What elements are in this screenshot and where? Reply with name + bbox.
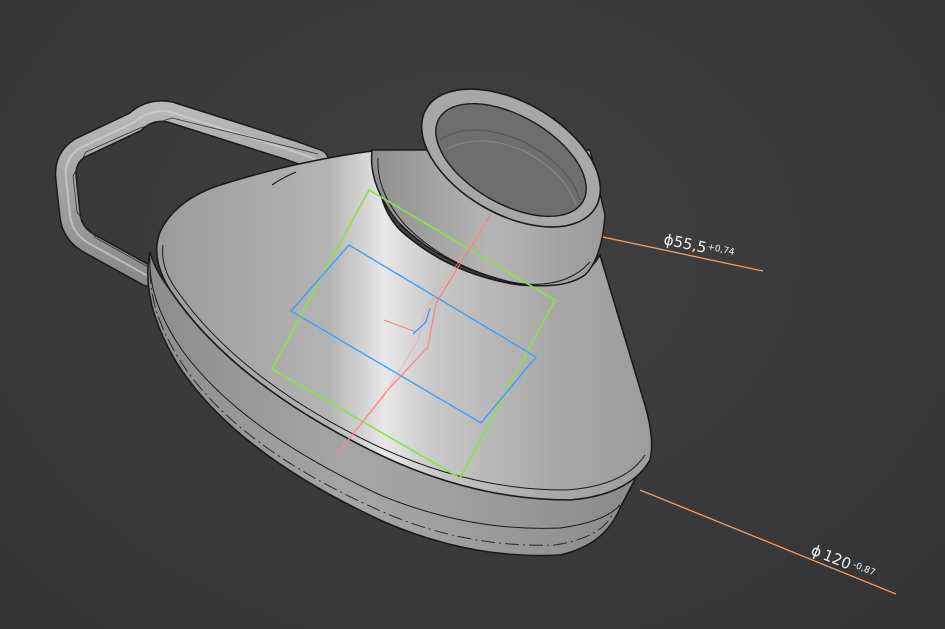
model-canvas[interactable]: ϕ55,5 +0,74 ϕ120 -0,87 (0, 0, 945, 629)
dimension-tolerance: -0,87 (851, 560, 876, 578)
3d-viewport[interactable]: ϕ55,5 +0,74 ϕ120 -0,87 (0, 0, 945, 629)
dimension-line-120[interactable] (639, 489, 897, 595)
dimension-value: 120 (820, 546, 853, 573)
dimension-tolerance: +0,74 (706, 242, 735, 258)
svg-text:ϕ120: ϕ120 (809, 541, 854, 573)
svg-text:ϕ55,5: ϕ55,5 (662, 230, 708, 257)
